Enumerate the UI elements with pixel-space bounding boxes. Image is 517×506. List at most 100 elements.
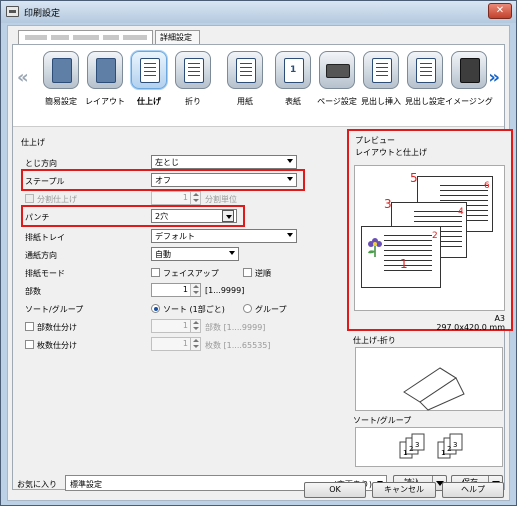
group-radio[interactable]: グループ: [243, 304, 287, 315]
split-unit-value: 1: [182, 193, 188, 202]
scroll-left-icon[interactable]: «: [17, 67, 29, 88]
layout-icon: [87, 51, 123, 89]
row-sheet-split: 枚数仕分け 1 枚数 [1....65535]: [21, 337, 321, 353]
copy-split-checkbox[interactable]: 部数仕分け: [25, 322, 77, 333]
sort-radio-label: ソート (1部ごと): [163, 305, 225, 314]
feed-direction-value: 自動: [155, 250, 171, 259]
spinner-arrows-icon: [190, 192, 200, 204]
split-unit-spinner: 1: [151, 191, 201, 205]
row-feed-direction: 通紙方向 自動: [21, 247, 321, 263]
finishing-form: 仕上げ とじ方向 左とじ ステープル オフ 分割仕上げ 1 分割単位 パンチ 2…: [21, 137, 321, 397]
fold-title: 仕上げ-折り: [353, 336, 396, 345]
preview-panel: プレビュー レイアウトと仕上げ 5 6 3 4 1 2 A3 297.0x420…: [347, 129, 513, 332]
row-sort-group: ソート/グループ ソート (1部ごと) グループ: [21, 301, 321, 317]
checkbox-icon: [243, 268, 252, 277]
row-copies: 部数 1 [1...9999]: [21, 283, 321, 299]
paper-dimensions: 297.0x420.0 mm: [436, 323, 505, 332]
close-button[interactable]: ✕: [488, 3, 512, 19]
punch-highlight: [21, 205, 245, 227]
staple-highlight: [21, 169, 305, 191]
checkbox-icon: [25, 340, 34, 349]
cover-icon: 1: [275, 51, 311, 89]
sort-title: ソート/グループ: [353, 416, 412, 425]
checkbox-icon: [25, 194, 34, 203]
favorites-value: 標準設定: [70, 480, 102, 489]
copies-label: 部数: [25, 287, 41, 296]
sort-stack-icon: 1 2 3 1 2 3: [399, 433, 463, 459]
faceup-label: フェイスアップ: [163, 269, 219, 278]
copies-spinner[interactable]: 1: [151, 283, 201, 297]
feed-direction-label: 通紙方向: [25, 251, 57, 260]
reverse-order-checkbox[interactable]: 逆順: [243, 268, 271, 279]
help-button[interactable]: ヘルプ: [442, 482, 504, 498]
copy-split-value: 1: [182, 321, 188, 330]
binding-select[interactable]: 左とじ: [151, 155, 297, 169]
split-unit-suffix: 分割単位: [205, 195, 237, 204]
dialog-client: 詳細設定 « 簡易設定 レイアウト 仕上げ 折り 用紙 1 表紙 ページ設定 見…: [7, 25, 513, 501]
group-radio-label: グループ: [255, 305, 287, 314]
output-mode-label: 排紙モード: [25, 269, 65, 278]
split-finishing-checkbox[interactable]: 分割仕上げ: [25, 194, 77, 205]
favorites-label: お気に入り: [17, 480, 57, 489]
ok-button[interactable]: OK: [304, 482, 366, 498]
sort-page-label: 3: [415, 441, 419, 449]
faceup-checkbox[interactable]: フェイスアップ: [151, 268, 219, 279]
sort-radio[interactable]: ソート (1部ごと): [151, 304, 225, 315]
output-tray-select[interactable]: デフォルト: [151, 229, 297, 243]
title-bar[interactable]: 印刷設定 ✕: [1, 1, 516, 23]
fold-icon: [175, 51, 211, 89]
spinner-arrows-icon: [190, 338, 200, 350]
paper-size: A3: [494, 314, 505, 323]
reverse-order-label: 逆順: [255, 269, 271, 278]
sort-page-label: 2: [409, 445, 413, 453]
row-output-tray: 排紙トレイ デフォルト: [21, 229, 321, 245]
binding-label: とじ方向: [25, 159, 57, 168]
preview-subtitle: レイアウトと仕上げ: [355, 148, 427, 157]
sort-preview: 1 2 3 1 2 3: [355, 427, 503, 467]
sort-page-label: 1: [403, 449, 407, 457]
feed-direction-select[interactable]: 自動: [151, 247, 239, 261]
category-icon-bar: « 簡易設定 レイアウト 仕上げ 折り 用紙 1 表紙 ページ設定 見出し挿入 …: [13, 45, 504, 127]
spinner-arrows-icon: [190, 320, 200, 332]
tab-redacted[interactable]: [18, 30, 153, 44]
sort-page-label: 2: [447, 445, 451, 453]
sheet-split-checkbox[interactable]: 枚数仕分け: [25, 340, 77, 351]
fold-preview: [355, 347, 503, 411]
fold-diagram-icon: [403, 367, 465, 411]
copy-split-label: 部数仕分け: [37, 323, 77, 332]
tab-detail-settings[interactable]: 詳細設定: [155, 30, 200, 44]
spinner-arrows-icon: [190, 284, 200, 296]
tab-setting-icon: [407, 51, 443, 89]
page-number: 1: [400, 257, 408, 271]
dropdown-arrow-icon: [229, 251, 235, 255]
sheet-split-label: 枚数仕分け: [37, 341, 77, 350]
dropdown-arrow-icon: [287, 233, 293, 237]
detail-settings-panel: « 簡易設定 レイアウト 仕上げ 折り 用紙 1 表紙 ページ設定 見出し挿入 …: [12, 44, 513, 491]
row-copy-split: 部数仕分け 1 部数 [1....9999]: [21, 319, 321, 335]
page-setup-icon: [319, 51, 355, 89]
scroll-right-icon[interactable]: »: [488, 67, 500, 88]
easy-setup-icon: [43, 51, 79, 89]
radio-icon: [243, 304, 252, 313]
copies-value: 1: [182, 285, 188, 294]
section-title: 仕上げ: [21, 138, 45, 147]
sheet-split-spinner: 1: [151, 337, 201, 351]
radio-selected-icon: [151, 304, 160, 313]
page-number: 5: [410, 171, 418, 185]
flower-icon: [368, 238, 382, 257]
sheet-split-value: 1: [182, 339, 188, 348]
cancel-button[interactable]: キャンセル: [372, 482, 436, 498]
copies-range: [1...9999]: [205, 286, 245, 295]
row-output-mode: 排紙モード フェイスアップ 逆順: [21, 265, 321, 281]
dropdown-arrow-icon: [287, 159, 293, 163]
copy-split-spinner: 1: [151, 319, 201, 333]
output-tray-label: 排紙トレイ: [25, 233, 65, 242]
window-title: 印刷設定: [24, 9, 61, 19]
preview-sheet-front: 1 2: [361, 226, 441, 288]
binding-value: 左とじ: [155, 158, 179, 167]
checkbox-icon: [151, 268, 160, 277]
copy-split-suffix: 部数 [1....9999]: [205, 323, 266, 332]
tab-insert-icon: [363, 51, 399, 89]
category-fold[interactable]: 折り: [171, 49, 215, 109]
category-imaging[interactable]: イメージング: [445, 49, 493, 109]
